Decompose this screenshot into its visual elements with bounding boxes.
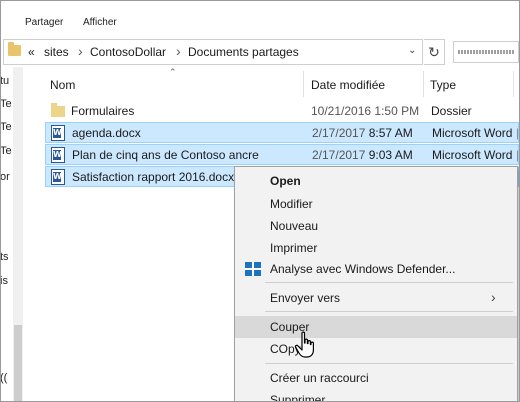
folder-icon bbox=[51, 103, 65, 117]
file-name: agenda.docx bbox=[72, 126, 141, 140]
chevron-down-icon[interactable]: ⌄ bbox=[408, 45, 416, 56]
column-header-name[interactable]: Nom bbox=[50, 78, 75, 92]
menu-item-creer-raccourci[interactable]: Créer un raccourci bbox=[235, 367, 517, 389]
column-header-row: ⌃ Nom Date modifiée Type bbox=[23, 67, 519, 97]
file-type: Dossier bbox=[431, 104, 472, 118]
breadcrumb-sites[interactable]: sites bbox=[44, 45, 69, 59]
search-input[interactable] bbox=[453, 41, 519, 63]
menu-item-nouveau[interactable]: Nouveau bbox=[235, 215, 517, 237]
column-header-date[interactable]: Date modifiée bbox=[311, 78, 385, 92]
nav-item[interactable]: tu bbox=[1, 75, 9, 87]
file-type: Microsoft Word bbox=[432, 126, 513, 140]
refresh-button[interactable]: ↻ bbox=[424, 39, 445, 65]
file-row-agenda[interactable]: W agenda.docx 2/17/2017 8:57 AM Microsof… bbox=[45, 122, 519, 143]
column-edge-marker: | bbox=[516, 148, 520, 162]
breadcrumb-contosodollar[interactable]: ContosoDollar bbox=[90, 45, 166, 59]
file-date: 2/17/2017 8:57 AM bbox=[312, 126, 413, 140]
folder-icon bbox=[8, 42, 21, 56]
menu-item-supprimer[interactable]: Supprimer bbox=[235, 389, 517, 401]
file-explorer-window: Partager Afficher « sites › ContosoDolla… bbox=[0, 0, 520, 402]
file-row-plan-de-cinq-ans[interactable]: W Plan de cinq ans de Contoso ancre 2/17… bbox=[45, 144, 519, 165]
address-bar-row: « sites › ContosoDollar › Documents part… bbox=[1, 37, 519, 67]
nav-item[interactable]: Te bbox=[1, 145, 12, 157]
search-placeholder-blurred bbox=[458, 50, 514, 54]
file-name: Satisfaction rapport 2016.docx bbox=[72, 170, 235, 184]
menu-divider bbox=[265, 282, 513, 283]
breadcrumb-chevron-icon[interactable]: › bbox=[176, 43, 181, 59]
ribbon: Partager Afficher bbox=[1, 1, 519, 37]
menu-item-open[interactable]: Open bbox=[235, 170, 517, 192]
file-name: Formulaires bbox=[71, 104, 135, 118]
nav-item[interactable]: Te bbox=[1, 98, 12, 110]
file-name: Plan de cinq ans de Contoso ancre bbox=[72, 148, 259, 162]
file-date: 10/21/2016 1:50 PM bbox=[311, 104, 420, 118]
navigation-scrollbar[interactable] bbox=[13, 67, 23, 401]
address-bar[interactable]: « sites › ContosoDollar › Documents part… bbox=[3, 39, 423, 65]
column-edge-marker: | bbox=[516, 126, 520, 140]
menu-item-copier[interactable]: COpy bbox=[235, 338, 517, 360]
file-type: Microsoft Word bbox=[432, 148, 513, 162]
menu-divider bbox=[265, 363, 513, 364]
navigation-pane: tu Te Te Te or ts is (( bbox=[1, 67, 13, 401]
breadcrumb-chevron-icon[interactable]: › bbox=[78, 43, 83, 59]
tab-afficher[interactable]: Afficher bbox=[83, 17, 117, 28]
submenu-chevron-right-icon: › bbox=[491, 289, 496, 305]
word-document-icon: W bbox=[51, 169, 65, 185]
menu-item-couper[interactable]: Couper bbox=[235, 316, 517, 338]
menu-item-modifier[interactable]: Modifier bbox=[235, 193, 517, 215]
nav-item[interactable]: is bbox=[1, 275, 8, 287]
word-document-icon: W bbox=[51, 147, 65, 163]
windows-defender-icon bbox=[245, 262, 261, 276]
file-date: 2/17/2017 9:03 AM bbox=[312, 148, 413, 162]
column-divider[interactable] bbox=[513, 71, 514, 97]
menu-divider bbox=[265, 311, 513, 312]
scrollbar-thumb[interactable] bbox=[14, 325, 22, 401]
breadcrumb-documents-partages[interactable]: Documents partages bbox=[188, 45, 299, 59]
sort-ascending-icon: ⌃ bbox=[169, 67, 177, 77]
column-divider[interactable] bbox=[303, 71, 304, 97]
menu-item-imprimer[interactable]: Imprimer bbox=[235, 237, 517, 259]
nav-item[interactable]: ts bbox=[1, 251, 9, 263]
nav-item[interactable]: Te bbox=[1, 121, 12, 133]
nav-item[interactable]: (( bbox=[1, 372, 7, 384]
context-menu: Open Modifier Nouveau Imprimer Analyse a… bbox=[234, 166, 518, 401]
tab-partager[interactable]: Partager bbox=[25, 17, 63, 28]
nav-item[interactable]: or bbox=[1, 171, 10, 183]
hand-pointer-cursor-icon bbox=[294, 331, 314, 358]
menu-item-envoyer-vers[interactable]: Envoyer vers › bbox=[235, 287, 517, 309]
word-document-icon: W bbox=[51, 125, 65, 141]
menu-item-windows-defender-scan[interactable]: Analyse avec Windows Defender... bbox=[235, 258, 517, 280]
refresh-icon: ↻ bbox=[428, 44, 440, 60]
column-header-type[interactable]: Type bbox=[430, 78, 456, 92]
column-divider[interactable] bbox=[423, 71, 424, 97]
file-row-formulaires[interactable]: Formulaires 10/21/2016 1:50 PM Dossier bbox=[45, 101, 519, 122]
back-chevrons[interactable]: « bbox=[28, 45, 35, 59]
